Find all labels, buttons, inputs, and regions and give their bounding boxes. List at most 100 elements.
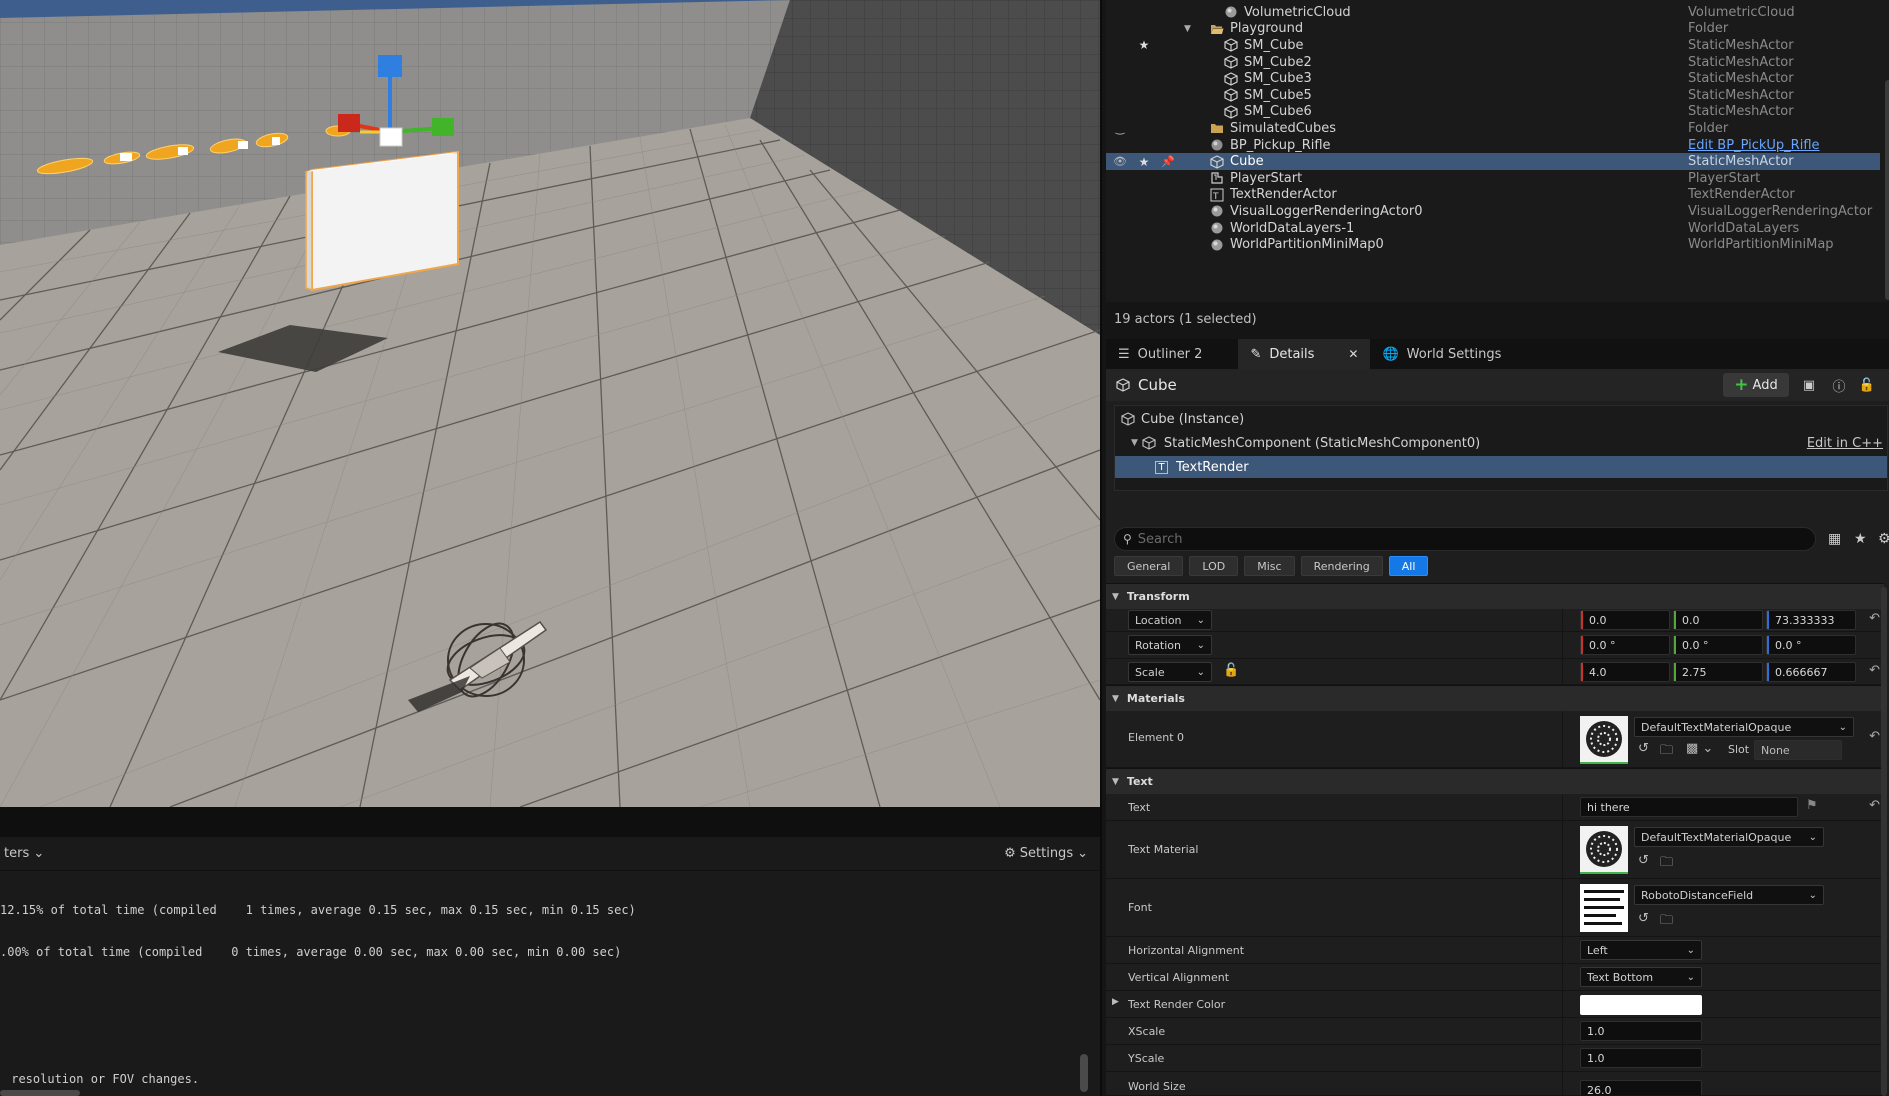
favorite-star-icon[interactable]: ★: [1136, 38, 1152, 52]
log-filters-dropdown[interactable]: ters ⌄: [4, 846, 44, 861]
details-search-box[interactable]: ⚲: [1114, 527, 1816, 551]
reset-arrow-icon[interactable]: ↶: [1869, 729, 1880, 744]
location-x-field[interactable]: 0.0: [1580, 610, 1670, 630]
log-horizontal-scrollbar[interactable]: [0, 1090, 80, 1096]
filter-general[interactable]: General: [1114, 556, 1184, 576]
outliner-row-simulatedcubes[interactable]: ‿ SimulatedCubes Folder: [1106, 120, 1880, 137]
visibility-eye-icon[interactable]: 👁: [1112, 155, 1128, 168]
text-material-dropdown[interactable]: DefaultTextMaterialOpaque ⌄: [1634, 827, 1824, 847]
slot-name-field[interactable]: None: [1754, 740, 1842, 760]
outliner-scrollbar[interactable]: [1885, 80, 1889, 300]
unlock-ratio-icon[interactable]: 🔓: [1223, 663, 1239, 678]
expand-triangle-icon[interactable]: ▼: [1184, 24, 1191, 34]
lock-icon[interactable]: 🔓: [1856, 375, 1878, 395]
outliner-row-sm-cube[interactable]: ★ SM_Cube StaticMeshActor: [1106, 37, 1880, 54]
use-selected-icon[interactable]: ↺: [1638, 853, 1649, 868]
element-0-material-dropdown[interactable]: DefaultTextMaterialOpaque ⌄: [1634, 717, 1854, 737]
material-thumbnail[interactable]: [1580, 716, 1628, 764]
localization-flag-icon[interactable]: ⚑: [1806, 798, 1818, 813]
details-search-input[interactable]: [1137, 531, 1778, 547]
xscale-field[interactable]: 1.0: [1580, 1021, 1702, 1041]
filter-all[interactable]: All: [1388, 556, 1429, 576]
outliner-item-type: VisualLoggerRenderingActor: [1688, 203, 1873, 219]
outliner-row-worldpartitionminimap0[interactable]: WorldPartitionMiniMap0 WorldPartitionMini…: [1106, 236, 1880, 253]
component-row-instance[interactable]: Cube (Instance): [1115, 408, 1887, 430]
outliner-row-visualloggerrenderingactor0[interactable]: VisualLoggerRenderingActor0 VisualLoggerR…: [1106, 203, 1880, 220]
text-material-thumbnail[interactable]: [1580, 826, 1628, 874]
outliner-row-volumetriccloud[interactable]: VolumetricCloud VolumetricCloud: [1106, 4, 1880, 21]
outliner-row-bp-pickup-rifle[interactable]: BP_Pickup_Rifle Edit BP_PickUp_Rifle: [1106, 137, 1880, 154]
use-selected-icon[interactable]: ↺: [1638, 911, 1649, 926]
slot-label: Slot: [1728, 743, 1750, 756]
location-mode-dropdown[interactable]: Location ⌄: [1128, 610, 1212, 630]
world-size-field[interactable]: 26.0: [1580, 1080, 1702, 1095]
section-transform[interactable]: ▼ Transform: [1106, 583, 1884, 609]
hidden-eye-icon[interactable]: ‿: [1112, 122, 1128, 135]
text-value-field[interactable]: hi there: [1580, 797, 1798, 817]
viewport-scene[interactable]: [0, 0, 1100, 807]
browse-folder-icon[interactable]: 🗀: [1660, 741, 1673, 763]
text-render-color-swatch[interactable]: [1580, 995, 1702, 1015]
outliner-row-sm-cube5[interactable]: SM_Cube5 StaticMeshActor: [1106, 87, 1880, 104]
reset-arrow-icon[interactable]: ↶: [1869, 798, 1880, 813]
scale-mode-dropdown[interactable]: Scale ⌄: [1128, 662, 1212, 682]
outliner-row-cube[interactable]: 👁 ★ 📌 Cube StaticMeshActor: [1106, 153, 1880, 170]
font-thumbnail[interactable]: [1580, 884, 1628, 932]
browse-folder-icon[interactable]: 🗀: [1660, 911, 1673, 933]
rotation-x-field[interactable]: 0.0 °: [1580, 635, 1670, 655]
log-vertical-scrollbar[interactable]: [1080, 1054, 1088, 1092]
log-settings-button[interactable]: ⚙ Settings ⌄: [1004, 846, 1088, 861]
expand-triangle-icon[interactable]: ▶: [1112, 997, 1119, 1007]
favorite-star-icon[interactable]: ★: [1136, 155, 1152, 169]
tab-outliner-2[interactable]: ☰ Outliner 2: [1106, 339, 1214, 369]
reset-arrow-icon[interactable]: ↶: [1869, 611, 1880, 626]
section-materials[interactable]: ▼ Materials: [1106, 685, 1884, 711]
location-z-field[interactable]: 73.333333: [1766, 610, 1856, 630]
outliner-row-sm-cube3[interactable]: SM_Cube3 StaticMeshActor: [1106, 70, 1880, 87]
expand-triangle-icon[interactable]: ▼: [1131, 438, 1138, 448]
filter-misc[interactable]: Misc: [1244, 556, 1295, 576]
component-row-staticmesh[interactable]: ▼ StaticMeshComponent (StaticMeshCompone…: [1115, 432, 1887, 454]
outliner-row-worlddatalayers-1[interactable]: WorldDataLayers-1 WorldDataLayers: [1106, 220, 1880, 237]
outliner-row-playerstart[interactable]: PlayerStart PlayerStart: [1106, 170, 1880, 187]
use-selected-icon[interactable]: ↺: [1638, 741, 1649, 756]
close-icon[interactable]: ✕: [1348, 347, 1358, 361]
favorite-star-icon[interactable]: ★: [1854, 531, 1867, 547]
level-viewport[interactable]: [0, 0, 1100, 807]
edit-in-cpp-link[interactable]: Edit in C++: [1807, 436, 1883, 451]
material-options-icon[interactable]: ▩ ⌄: [1686, 741, 1713, 756]
component-row-textrender[interactable]: T TextRender: [1115, 456, 1887, 478]
tab-details[interactable]: ✎ Details ✕: [1238, 339, 1371, 369]
rotation-z-field[interactable]: 0.0 °: [1766, 635, 1856, 655]
rotation-mode-dropdown[interactable]: Rotation ⌄: [1128, 635, 1212, 655]
outliner-row-playground[interactable]: ▼ Playground Folder: [1106, 21, 1880, 38]
property-row-world-size: World Size 26.0: [1106, 1072, 1884, 1096]
help-icon[interactable]: ⓘ: [1828, 375, 1850, 395]
horizontal-alignment-dropdown[interactable]: Left ⌄: [1580, 940, 1702, 960]
scale-y-field[interactable]: 2.75: [1673, 662, 1763, 682]
outliner-row-sm-cube6[interactable]: SM_Cube6 StaticMeshActor: [1106, 104, 1880, 121]
table-view-icon[interactable]: ▦: [1828, 531, 1841, 547]
yscale-field[interactable]: 1.0: [1580, 1048, 1702, 1068]
section-text[interactable]: ▼ Text: [1106, 768, 1884, 794]
blueprint-convert-icon[interactable]: ▣: [1798, 375, 1820, 395]
gear-icon[interactable]: ⚙: [1878, 531, 1889, 547]
filter-lod[interactable]: LOD: [1189, 556, 1239, 576]
details-scrollbar[interactable]: [1881, 587, 1887, 1096]
outliner-row-sm-cube2[interactable]: SM_Cube2 StaticMeshActor: [1106, 54, 1880, 71]
reset-arrow-icon[interactable]: ↶: [1869, 663, 1880, 678]
browse-folder-icon[interactable]: 🗀: [1660, 853, 1673, 875]
location-y-field[interactable]: 0.0: [1673, 610, 1763, 630]
outliner-item-label: WorldDataLayers-1: [1230, 220, 1355, 236]
scale-z-field[interactable]: 0.666667: [1766, 662, 1856, 682]
filter-rendering[interactable]: Rendering: [1300, 556, 1383, 576]
outliner-row-textrenderactor[interactable]: T TextRenderActor TextRenderActor: [1106, 187, 1880, 204]
font-dropdown[interactable]: RobotoDistanceField ⌄: [1634, 885, 1824, 905]
rotation-y-field[interactable]: 0.0 °: [1673, 635, 1763, 655]
scale-x-field[interactable]: 4.0: [1580, 662, 1670, 682]
add-component-button[interactable]: + Add: [1723, 373, 1789, 397]
vertical-alignment-dropdown[interactable]: Text Bottom ⌄: [1580, 967, 1702, 987]
tab-world-settings[interactable]: 🌐 World Settings: [1370, 339, 1513, 369]
edit-blueprint-link[interactable]: Edit BP_PickUp_Rifle: [1688, 138, 1820, 153]
pin-icon[interactable]: 📌: [1160, 155, 1176, 168]
